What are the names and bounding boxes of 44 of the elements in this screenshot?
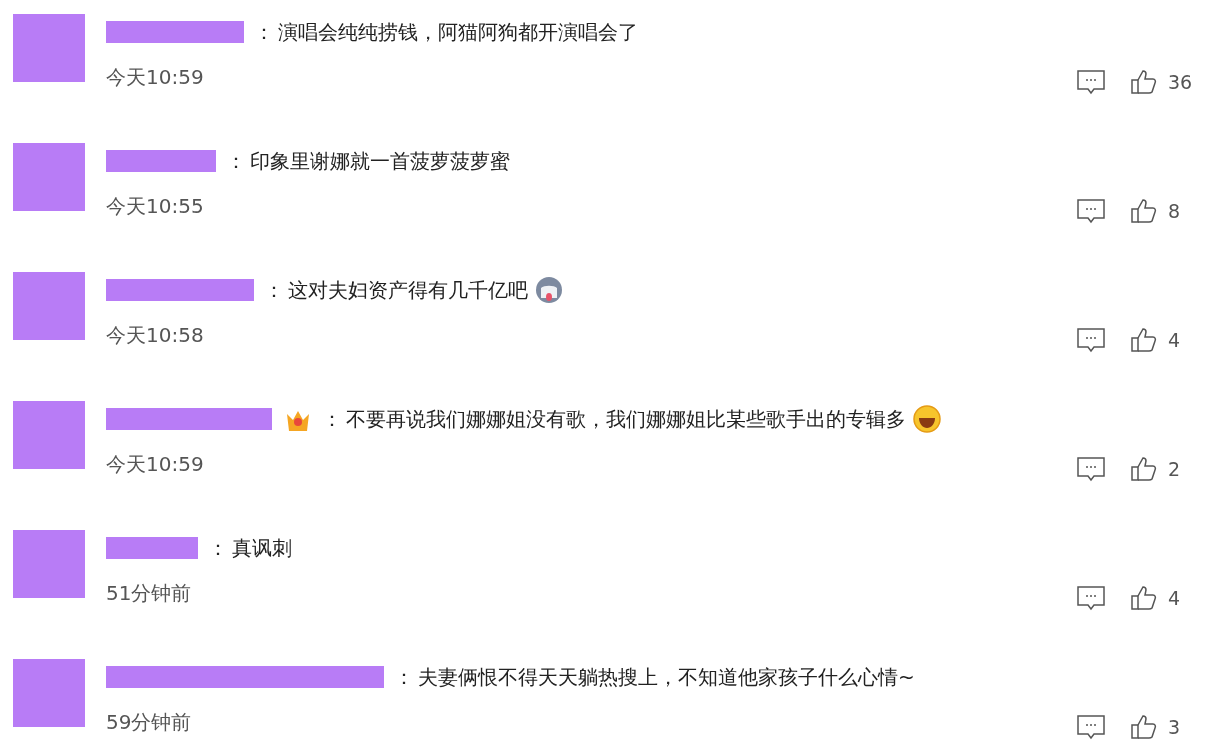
like-count: 4	[1168, 328, 1181, 353]
dog-emoji-icon	[534, 275, 564, 305]
comment-text: 真讽刺	[232, 535, 292, 562]
avatar-redaction	[13, 659, 85, 727]
like-count: 3	[1168, 715, 1181, 740]
comment-text: 不要再说我们娜娜姐没有歌，我们娜娜姐比某些歌手出的专辑多	[346, 406, 906, 433]
avatar-redaction	[13, 272, 85, 340]
comment-text: 这对夫妇资产得有几千亿吧	[288, 277, 528, 304]
like-count: 2	[1168, 457, 1181, 482]
thumbs-up-icon[interactable]	[1130, 327, 1158, 354]
laughing-emoji-icon	[912, 404, 942, 434]
colon-separator: ：	[226, 148, 246, 175]
comment-time: 59分钟前	[106, 709, 192, 737]
comment-time: 51分钟前	[106, 580, 192, 608]
comment-text: 夫妻俩恨不得天天躺热搜上，不知道他家孩子什么心情~	[418, 664, 915, 691]
avatar-redaction	[13, 14, 85, 82]
comment-icon[interactable]	[1076, 714, 1106, 741]
colon-separator: ：	[394, 664, 414, 691]
thumbs-up-icon[interactable]	[1130, 198, 1158, 225]
colon-separator: ：	[322, 406, 342, 433]
colon-separator: ：	[254, 19, 274, 46]
avatar-redaction	[13, 401, 85, 469]
comment-time: 今天10:59	[106, 451, 204, 479]
like-count: 4	[1168, 586, 1181, 611]
thumbs-up-icon[interactable]	[1130, 714, 1158, 741]
comment-icon[interactable]	[1076, 585, 1106, 612]
comment-icon[interactable]	[1076, 69, 1106, 96]
thumbs-up-icon[interactable]	[1130, 585, 1158, 612]
comment-icon[interactable]	[1076, 456, 1106, 483]
avatar-redaction	[13, 530, 85, 598]
comment-text: 印象里谢娜就一首菠萝菠萝蜜	[250, 148, 510, 175]
comment-time: 今天10:59	[106, 64, 204, 92]
thumbs-up-icon[interactable]	[1130, 456, 1158, 483]
comment-text: 演唱会纯纯捞钱，阿猫阿狗都开演唱会了	[278, 19, 638, 46]
like-count: 8	[1168, 199, 1181, 224]
like-count: 36	[1168, 70, 1193, 95]
comment-icon[interactable]	[1076, 327, 1106, 354]
colon-separator: ：	[208, 535, 228, 562]
comment-icon[interactable]	[1076, 198, 1106, 225]
thumbs-up-icon[interactable]	[1130, 69, 1158, 96]
comment-time: 今天10:58	[106, 322, 204, 350]
avatar-redaction	[13, 143, 85, 211]
comment-time: 今天10:55	[106, 193, 204, 221]
colon-separator: ：	[264, 277, 284, 304]
